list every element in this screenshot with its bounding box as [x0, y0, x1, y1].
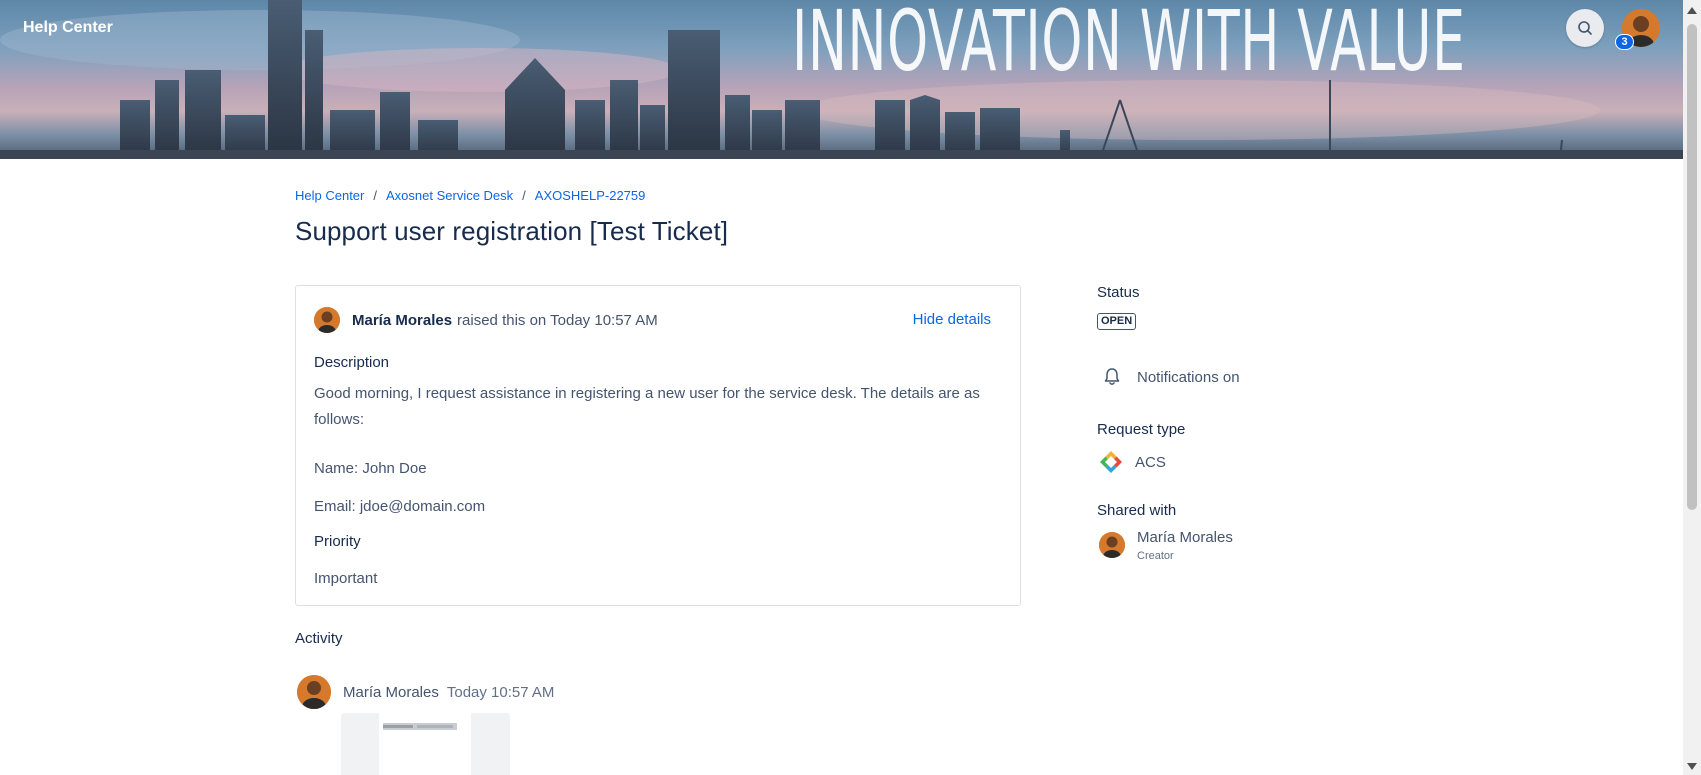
- request-details-card: María Morales raised this on Today 10:57…: [295, 285, 1021, 606]
- shared-participant-role: Creator: [1137, 550, 1174, 562]
- shared-with-label: Shared with: [1097, 502, 1177, 519]
- breadcrumb-separator: /: [522, 188, 526, 203]
- priority-label: Priority: [314, 533, 361, 550]
- shared-with-participant: María Morales Creator: [1099, 529, 1233, 562]
- breadcrumb-separator: /: [373, 188, 377, 203]
- raised-timestamp: raised this on Today 10:57 AM: [457, 311, 658, 329]
- help-center-home-link[interactable]: Help Center: [23, 19, 113, 37]
- request-type-icon: [1100, 451, 1122, 473]
- activity-heading: Activity: [295, 630, 343, 647]
- user-avatar-image: [297, 675, 331, 709]
- request-type-label: Request type: [1097, 421, 1186, 438]
- avatar: [314, 307, 340, 333]
- bell-icon: [1104, 368, 1120, 385]
- activity-author: María Morales: [343, 683, 439, 701]
- attachment-preview-image: [379, 713, 471, 775]
- request-type-value: ACS: [1135, 453, 1166, 471]
- shared-participant-name: María Morales: [1137, 529, 1233, 546]
- search-icon: [1578, 21, 1592, 35]
- attachment-thumbnail[interactable]: [341, 713, 510, 775]
- raiser-name: María Morales: [352, 311, 453, 329]
- scroll-down-arrow-icon[interactable]: [1687, 763, 1697, 770]
- description-text: Good morning, I request assistance in re…: [314, 385, 980, 428]
- request-type: ACS: [1099, 450, 1166, 474]
- notification-count-badge: 3: [1615, 34, 1634, 50]
- notifications-toggle[interactable]: Notifications on: [1103, 367, 1240, 387]
- search-button[interactable]: [1566, 9, 1604, 47]
- description-label: Description: [314, 354, 390, 371]
- hide-details-link[interactable]: Hide details: [913, 311, 991, 328]
- blurred-text-image: [383, 723, 457, 730]
- breadcrumb-ticket-key[interactable]: AXOSHELP-22759: [535, 188, 646, 203]
- raiser-info: María Morales raised this on Today 10:57…: [314, 307, 658, 333]
- header-banner: INNOVATION WITH VALUE: [0, 0, 1683, 159]
- scrollbar-thumb[interactable]: [1687, 24, 1697, 510]
- breadcrumb-service-desk[interactable]: Axosnet Service Desk: [386, 188, 513, 203]
- user-avatar-image: [1099, 532, 1125, 558]
- priority-value: Important: [314, 570, 378, 587]
- status-badge: OPEN: [1097, 313, 1137, 330]
- status-label: Status: [1097, 284, 1140, 301]
- notifications-label: Notifications on: [1137, 368, 1240, 386]
- description-name-line: Name: John Doe: [314, 460, 427, 477]
- page-scrollbar[interactable]: [1683, 0, 1701, 775]
- user-avatar-image: [314, 307, 340, 333]
- avatar: [297, 675, 331, 709]
- activity-time: Today 10:57 AM: [446, 683, 555, 701]
- description-email-line: Email: jdoe@domain.com: [314, 498, 486, 515]
- avatar: [1099, 532, 1125, 558]
- breadcrumb: Help Center / Axosnet Service Desk / AXO…: [295, 188, 645, 203]
- scroll-up-arrow-icon[interactable]: [1687, 7, 1697, 14]
- banner-slogan: INNOVATION WITH VALUE: [792, 0, 1466, 90]
- page-title: Support user registration [Test Ticket]: [295, 216, 729, 246]
- activity-entry: María Morales Today 10:57 AM: [297, 675, 554, 709]
- breadcrumb-help-center[interactable]: Help Center: [295, 188, 364, 203]
